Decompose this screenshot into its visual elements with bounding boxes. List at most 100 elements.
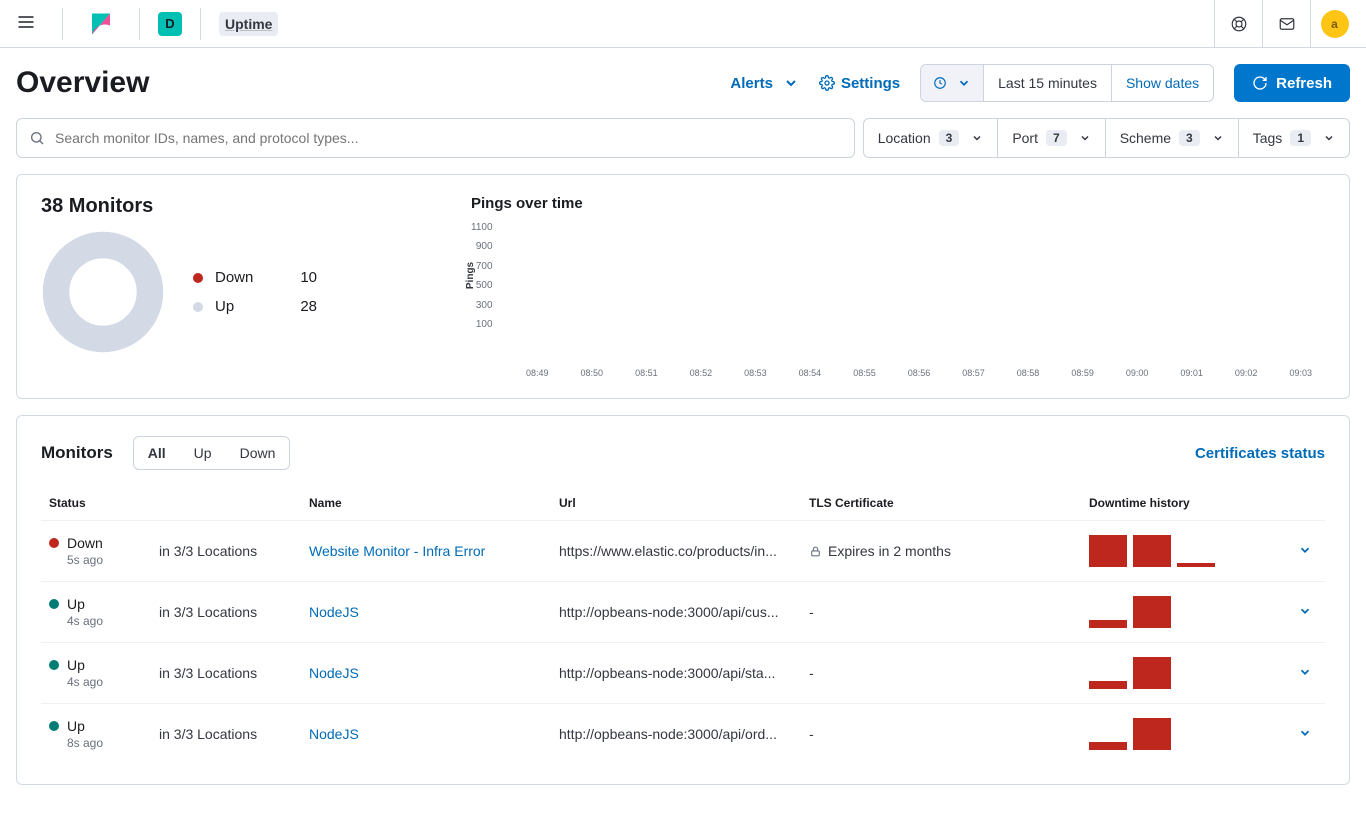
filter-count-badge: 1 <box>1290 130 1311 146</box>
status-cell: Down 5s ago <box>49 535 143 567</box>
table-row: Up 8s ago in 3/3 Locations NodeJS http:/… <box>41 704 1325 765</box>
monitors-count-title: 38 Monitors <box>41 195 441 218</box>
user-menu[interactable]: a <box>1310 0 1358 48</box>
x-tick: 09:03 <box>1276 368 1325 378</box>
alerts-button[interactable]: Alerts <box>730 75 799 92</box>
history-bar <box>1133 596 1171 628</box>
show-dates-button[interactable]: Show dates <box>1111 65 1213 101</box>
legend-up-value: 28 <box>287 298 317 315</box>
help-button[interactable] <box>1214 0 1262 48</box>
status-cell: Up 8s ago <box>49 718 143 750</box>
search-box[interactable] <box>16 118 855 158</box>
expand-row-button[interactable] <box>1285 643 1325 704</box>
dot-icon <box>193 273 203 283</box>
filter-label: Location <box>878 130 931 146</box>
date-picker: Last 15 minutes Show dates <box>920 64 1214 102</box>
col-name: Name <box>301 486 551 521</box>
refresh-button[interactable]: Refresh <box>1234 64 1350 102</box>
filter-count-badge: 3 <box>1179 130 1200 146</box>
legend-down-label: Down <box>215 269 275 286</box>
filter-location[interactable]: Location3 <box>864 119 999 157</box>
menu-button[interactable] <box>8 4 44 43</box>
tab-down[interactable]: Down <box>226 437 290 469</box>
monitor-name-link[interactable]: NodeJS <box>309 726 359 742</box>
tls-cell: - <box>809 726 1073 742</box>
tls-cell: - <box>809 604 1073 620</box>
legend-up: Up 28 <box>193 292 317 321</box>
quick-select-button[interactable] <box>921 65 984 101</box>
tab-all[interactable]: All <box>134 437 180 469</box>
top-nav: D Uptime a <box>0 0 1366 48</box>
downtime-history <box>1089 535 1277 567</box>
hamburger-icon <box>16 12 36 32</box>
monitor-name-link[interactable]: NodeJS <box>309 604 359 620</box>
kibana-logo-icon[interactable] <box>89 12 113 36</box>
filter-tags[interactable]: Tags1 <box>1239 119 1349 157</box>
downtime-history <box>1089 596 1277 628</box>
history-bar <box>1089 535 1127 567</box>
chart-bars <box>499 220 1325 330</box>
locations-cell: in 3/3 Locations <box>151 704 301 765</box>
tls-text: Expires in 2 months <box>828 543 951 559</box>
monitors-table: Status Name Url TLS Certificate Downtime… <box>41 486 1325 764</box>
expand-row-button[interactable] <box>1285 521 1325 582</box>
expand-row-button[interactable] <box>1285 582 1325 643</box>
settings-label: Settings <box>841 75 900 92</box>
page-title: Overview <box>16 66 718 100</box>
status-dot-icon <box>49 599 59 609</box>
monitor-name-link[interactable]: NodeJS <box>309 665 359 681</box>
filter-port[interactable]: Port7 <box>998 119 1105 157</box>
x-tick: 08:51 <box>622 368 671 378</box>
col-tls: TLS Certificate <box>801 486 1081 521</box>
settings-button[interactable]: Settings <box>819 75 900 92</box>
table-row: Up 4s ago in 3/3 Locations NodeJS http:/… <box>41 643 1325 704</box>
history-bar <box>1177 563 1215 567</box>
x-tick: 09:00 <box>1113 368 1162 378</box>
nav-right: a <box>1214 0 1358 48</box>
search-icon <box>29 130 45 146</box>
clock-icon <box>933 76 947 90</box>
expand-row-button[interactable] <box>1285 704 1325 765</box>
nav-left: D Uptime <box>8 4 278 43</box>
certificates-link[interactable]: Certificates status <box>1195 445 1325 462</box>
divider <box>62 8 63 40</box>
monitor-name-link[interactable]: Website Monitor - Infra Error <box>309 543 485 559</box>
locations-cell: in 3/3 Locations <box>151 582 301 643</box>
divider <box>139 8 140 40</box>
status-donut-chart <box>41 230 165 354</box>
search-input[interactable] <box>55 130 842 146</box>
chevron-down-icon <box>1212 132 1224 144</box>
space-selector[interactable]: D <box>158 12 182 36</box>
breadcrumb[interactable]: Uptime <box>219 12 278 36</box>
x-tick: 08:59 <box>1058 368 1107 378</box>
date-range-text[interactable]: Last 15 minutes <box>984 75 1111 91</box>
status-text: Up <box>67 718 85 734</box>
status-ago: 4s ago <box>67 614 143 628</box>
tab-up[interactable]: Up <box>180 437 226 469</box>
col-url: Url <box>551 486 801 521</box>
x-axis: 08:4908:5008:5108:5208:5308:5408:5508:56… <box>513 368 1325 378</box>
col-status: Status <box>41 486 151 521</box>
gear-icon <box>819 75 835 91</box>
tls-text: - <box>809 726 814 742</box>
chevron-down-icon <box>1298 665 1312 679</box>
y-tick: 900 <box>476 241 493 252</box>
url-cell: http://opbeans-node:3000/api/ord... <box>551 704 801 765</box>
col-expand <box>1285 486 1325 521</box>
x-tick: 08:56 <box>895 368 944 378</box>
dot-icon <box>193 302 203 312</box>
y-tick: 300 <box>476 300 493 311</box>
legend-down: Down 10 <box>193 263 317 292</box>
filter-scheme[interactable]: Scheme3 <box>1106 119 1239 157</box>
status-text: Up <box>67 596 85 612</box>
newsfeed-button[interactable] <box>1262 0 1310 48</box>
x-tick: 08:58 <box>1004 368 1053 378</box>
x-tick: 08:57 <box>949 368 998 378</box>
x-tick: 09:01 <box>1167 368 1216 378</box>
x-tick: 08:54 <box>786 368 835 378</box>
url-cell: http://opbeans-node:3000/api/sta... <box>551 643 801 704</box>
chevron-down-icon <box>1298 543 1312 557</box>
tls-cell: - <box>809 665 1073 681</box>
tls-text: - <box>809 604 814 620</box>
tls-cell: Expires in 2 months <box>809 543 1073 559</box>
